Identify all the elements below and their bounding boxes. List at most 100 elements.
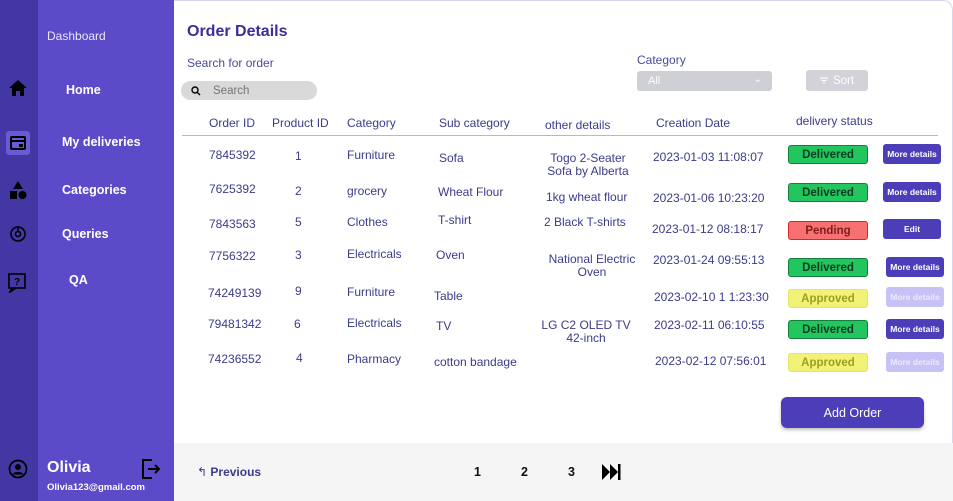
- sidebar: Dashboard Home My deliveries Categories …: [38, 0, 174, 501]
- category-selected-value: All: [648, 75, 661, 87]
- product-id-cell: 3: [295, 248, 302, 262]
- creation-date-cell: 2023-01-06 10:23:20: [653, 191, 765, 205]
- other-details-cell: National Electric Oven: [548, 252, 636, 279]
- last-page-icon[interactable]: [601, 463, 621, 486]
- sub-category-cell: TV: [436, 319, 452, 333]
- status-badge: Approved: [788, 289, 868, 308]
- search-label: Search for order: [187, 56, 274, 70]
- other-details-cell: 1kg wheat flour: [546, 190, 628, 204]
- sidebar-item-qa[interactable]: QA: [69, 273, 88, 287]
- pagination-footer: ↰ Previous 1 2 3: [174, 443, 953, 501]
- sub-category-cell: Oven: [436, 248, 465, 262]
- sub-category-cell: Wheat Flour: [438, 185, 504, 199]
- previous-label: Previous: [210, 465, 262, 479]
- column-header-creation-date: Creation Date: [656, 116, 731, 130]
- sidebar-item-home[interactable]: Home: [66, 83, 101, 97]
- sub-category-cell: Table: [434, 289, 463, 303]
- other-details-cell: LG C2 OLED TV 42-inch: [541, 318, 631, 345]
- creation-date-cell: 2023-02-12 07:56:01: [655, 354, 767, 368]
- column-header-category: Category: [347, 116, 396, 130]
- sort-button[interactable]: Sort: [806, 70, 868, 91]
- product-id-cell: 2: [295, 184, 302, 198]
- status-badge: Delivered: [788, 320, 868, 339]
- category-cell: Furniture: [347, 148, 396, 162]
- product-id-cell: 4: [296, 351, 303, 365]
- more-details-button[interactable]: More details: [886, 352, 944, 372]
- creation-date-cell: 2023-01-03 11:08:07: [653, 150, 764, 164]
- category-cell: Electricals: [347, 316, 402, 330]
- other-details-cell: Togo 2-Seater Sofa by Alberta: [547, 151, 629, 178]
- filter-icon: [819, 77, 828, 84]
- more-details-button[interactable]: More details: [883, 144, 941, 164]
- header-divider: [182, 135, 938, 136]
- sidebar-item-my-deliveries[interactable]: My deliveries: [62, 135, 141, 149]
- logout-icon[interactable]: [141, 458, 161, 480]
- main-panel: Order Details Search for order Category …: [174, 0, 953, 501]
- order-id-cell: 7625392: [209, 182, 256, 196]
- home-icon[interactable]: [8, 78, 28, 98]
- category-cell: Pharmacy: [347, 352, 402, 366]
- qa-icon[interactable]: ?: [8, 273, 28, 293]
- other-details-cell: 2 Black T-shirts: [544, 215, 626, 229]
- sub-category-cell: T-shirt: [438, 213, 472, 227]
- more-details-button[interactable]: More details: [886, 287, 944, 307]
- categories-icon[interactable]: [8, 180, 28, 200]
- sub-category-cell: cotton bandage: [434, 355, 517, 369]
- search-icon: [191, 85, 201, 95]
- creation-date-cell: 2023-01-12 08:18:17: [652, 222, 764, 236]
- order-id-cell: 74249139: [208, 286, 262, 300]
- sidebar-item-categories[interactable]: Categories: [62, 183, 127, 197]
- chevron-down-icon: ⌄: [753, 74, 762, 85]
- deliveries-icon[interactable]: [6, 131, 30, 155]
- column-header-delivery-status: delivery status: [796, 114, 873, 128]
- status-badge: Delivered: [788, 183, 868, 202]
- previous-page-link[interactable]: ↰ Previous: [197, 465, 261, 479]
- category-filter-label: Category: [637, 53, 686, 67]
- search-field[interactable]: [181, 81, 317, 100]
- column-header-other-details: other details: [545, 118, 611, 132]
- status-badge: Pending: [788, 221, 868, 240]
- creation-date-cell: 2023-02-10 1 1:23:30: [654, 290, 769, 304]
- sidebar-item-queries[interactable]: Queries: [62, 227, 109, 241]
- product-id-cell: 1: [295, 149, 302, 163]
- column-header-product-id: Product ID: [272, 116, 329, 130]
- category-cell: Clothes: [347, 215, 388, 229]
- category-cell: Furniture: [347, 285, 396, 299]
- more-details-button[interactable]: More details: [883, 182, 941, 202]
- more-details-button[interactable]: More details: [886, 319, 944, 339]
- order-id-cell: 79481342: [208, 317, 262, 331]
- column-header-order-id: Order ID: [209, 116, 256, 130]
- status-badge: Delivered: [788, 145, 868, 164]
- queries-icon[interactable]: [8, 224, 28, 244]
- product-id-cell: 5: [295, 215, 302, 229]
- page-1-link[interactable]: 1: [474, 465, 481, 479]
- column-header-sub-category: Sub category: [439, 116, 510, 130]
- sort-label: Sort: [832, 74, 855, 87]
- creation-date-cell: 2023-02-11 06:10:55: [654, 318, 765, 332]
- back-arrow-icon: ↰: [197, 465, 208, 479]
- search-input[interactable]: [213, 84, 303, 97]
- order-id-cell: 7843563: [209, 217, 256, 231]
- more-details-button[interactable]: More details: [886, 257, 944, 277]
- order-id-cell: 74236552: [208, 352, 262, 366]
- page-2-link[interactable]: 2: [521, 465, 528, 479]
- status-badge: Delivered: [788, 258, 868, 277]
- edit-button[interactable]: Edit: [883, 219, 941, 239]
- order-id-cell: 7756322: [209, 249, 256, 263]
- category-cell: grocery: [347, 184, 388, 198]
- order-id-cell: 7845392: [209, 148, 256, 162]
- user-email: Olivia123@gmail.com: [47, 482, 145, 493]
- page-title: Order Details: [187, 23, 288, 40]
- svg-text:?: ?: [14, 277, 20, 288]
- product-id-cell: 9: [295, 284, 302, 298]
- icon-rail: ?: [0, 0, 38, 501]
- sidebar-dashboard-label[interactable]: Dashboard: [47, 29, 106, 43]
- category-select[interactable]: All ⌄: [637, 71, 772, 91]
- product-id-cell: 6: [294, 317, 301, 331]
- add-order-button[interactable]: Add Order: [781, 397, 924, 428]
- page-3-link[interactable]: 3: [568, 465, 575, 479]
- user-avatar-icon[interactable]: [8, 459, 28, 479]
- creation-date-cell: 2023-01-24 09:55:13: [653, 253, 765, 267]
- sub-category-cell: Sofa: [439, 151, 464, 165]
- status-badge: Approved: [788, 353, 868, 372]
